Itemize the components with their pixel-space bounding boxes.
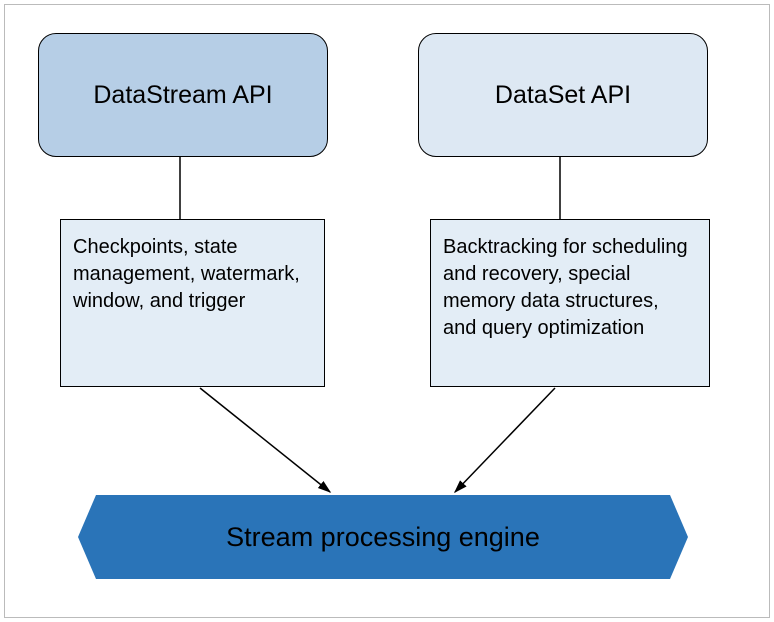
datastream-desc-box: Checkpoints, state management, watermark… <box>60 219 325 387</box>
engine-box: Stream processing engine <box>78 495 688 579</box>
dataset-api-box: DataSet API <box>418 33 708 157</box>
datastream-api-box: DataStream API <box>38 33 328 157</box>
dataset-desc-box: Backtracking for scheduling and recovery… <box>430 219 710 387</box>
